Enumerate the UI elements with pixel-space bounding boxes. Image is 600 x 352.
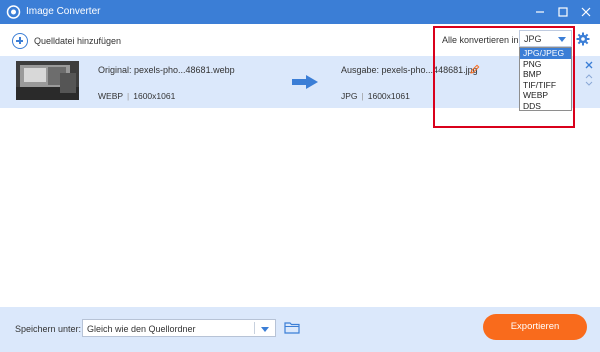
app-logo-icon — [6, 5, 21, 19]
arrow-right-icon — [292, 75, 318, 89]
save-location-select[interactable]: Gleich wie den Quellordner — [82, 319, 276, 337]
output-format: JPG — [341, 91, 358, 101]
format-option[interactable]: PNG — [520, 59, 571, 70]
save-location-value: Gleich wie den Quellordner — [87, 324, 196, 334]
save-to-label: Speichern unter: — [15, 324, 82, 334]
original-filename: Original: pexels-pho...48681.webp — [98, 65, 235, 75]
convert-all-format-select[interactable]: JPG — [519, 30, 572, 47]
chevron-down-icon — [261, 327, 269, 332]
selected-format-value: JPG — [524, 34, 542, 44]
output-resolution: 1600x1061 — [367, 91, 410, 101]
export-button[interactable]: Exportieren — [483, 314, 587, 340]
chevron-up-icon[interactable] — [584, 72, 594, 80]
chevron-down-icon — [558, 37, 566, 42]
format-option[interactable]: WEBP — [520, 90, 571, 101]
gear-icon[interactable] — [576, 32, 590, 46]
add-source-file-button[interactable]: Quelldatei hinzufügen — [12, 32, 121, 50]
close-icon — [585, 61, 593, 69]
image-thumbnail — [16, 61, 79, 100]
remove-file-button[interactable] — [583, 59, 595, 71]
output-filename: Ausgabe: pexels-pho...448681.jpg — [341, 65, 478, 75]
add-source-file-label: Quelldatei hinzufügen — [34, 36, 122, 46]
format-option[interactable]: DDS — [520, 101, 571, 112]
folder-icon[interactable] — [284, 321, 300, 334]
minimize-button[interactable] — [532, 4, 548, 20]
format-option[interactable]: JPG/JPEG — [520, 48, 571, 59]
app-title: Image Converter — [26, 6, 101, 17]
format-dropdown-list[interactable]: JPG/JPEG PNG BMP TIF/TIFF WEBP DDS — [519, 47, 572, 111]
maximize-icon — [558, 7, 568, 17]
original-meta: WEBP | 1600x1061 — [98, 91, 175, 101]
close-window-button[interactable] — [578, 4, 594, 20]
output-meta: JPG | 1600x1061 — [341, 91, 410, 101]
format-option[interactable]: TIF/TIFF — [520, 80, 571, 91]
original-resolution: 1600x1061 — [133, 91, 176, 101]
edit-pencil-icon[interactable] — [470, 64, 480, 74]
format-option[interactable]: BMP — [520, 69, 571, 80]
select-divider — [254, 322, 255, 334]
minimize-icon — [536, 11, 544, 13]
meta-divider: | — [127, 91, 130, 101]
maximize-button[interactable] — [555, 4, 571, 20]
title-bar: Image Converter — [0, 0, 600, 24]
plus-circle-icon — [12, 33, 28, 49]
meta-divider: | — [361, 91, 364, 101]
original-format: WEBP — [98, 91, 124, 101]
convert-all-label: Alle konvertieren in: — [442, 35, 522, 45]
close-icon — [581, 7, 591, 17]
chevron-down-icon[interactable] — [584, 80, 594, 88]
